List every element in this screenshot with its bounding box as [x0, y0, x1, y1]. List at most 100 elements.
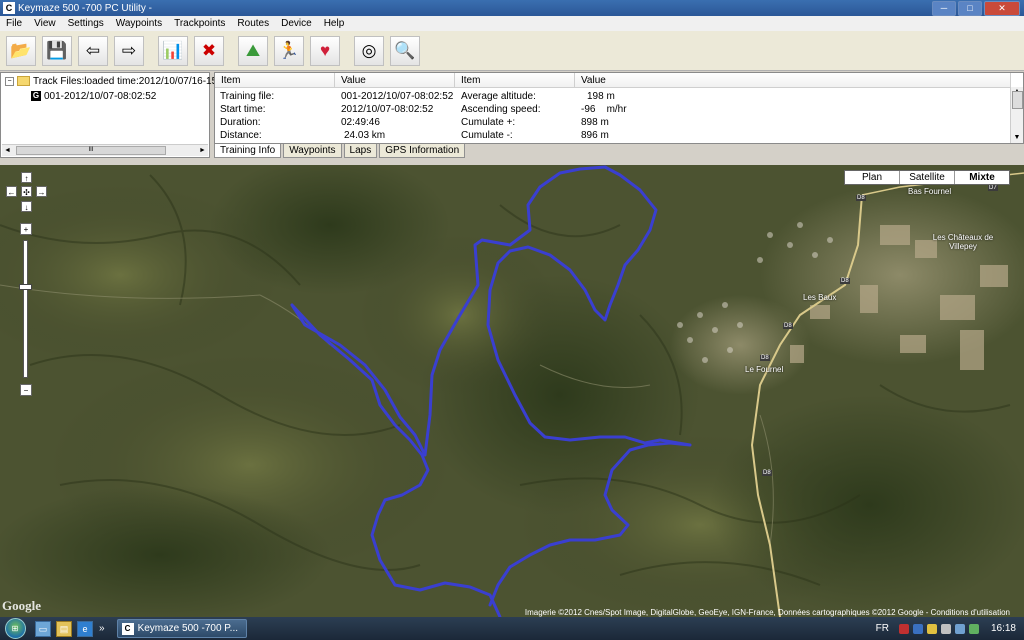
map-type-plan[interactable]: Plan — [845, 171, 900, 184]
taskbar-app-button[interactable]: C Keymaze 500 -700 P... — [116, 619, 247, 638]
column-header[interactable]: Value — [575, 73, 1011, 88]
map-view[interactable]: D8 D8 D8 D8 D8 D7 Bas Fournel Les Châtea… — [0, 165, 1024, 617]
column-header[interactable]: Item — [215, 73, 335, 88]
menu-device[interactable]: Device — [275, 18, 318, 29]
table-cell: Average altitude: — [461, 91, 536, 102]
language-indicator[interactable]: FR — [876, 623, 889, 634]
zoom-slider-track[interactable] — [23, 240, 28, 378]
collapse-icon[interactable]: − — [5, 76, 14, 86]
road-label: D8 — [762, 470, 772, 476]
network-icon[interactable] — [898, 623, 909, 634]
menu-routes[interactable]: Routes — [231, 18, 275, 29]
menu-waypoints[interactable]: Waypoints — [110, 18, 168, 29]
chart-button[interactable]: 📊 — [158, 35, 188, 66]
search-disc-button[interactable]: 🔍 — [390, 35, 420, 66]
road-label: D8 — [783, 323, 793, 329]
heart-rate-button[interactable]: ♥ — [310, 35, 340, 66]
maximize-button[interactable]: □ — [958, 1, 982, 16]
map-type-mixte[interactable]: Mixte — [955, 171, 1009, 184]
menu-view[interactable]: View — [28, 18, 62, 29]
save-button[interactable]: 💾 — [42, 35, 72, 66]
heart-rate-icon: ♥ — [319, 40, 331, 60]
export-icon: ⇨ — [121, 40, 137, 60]
monitor-icon[interactable] — [954, 623, 965, 634]
minimize-button[interactable]: ─ — [932, 1, 956, 16]
tree-root[interactable]: − Track Files:loaded time:2012/10/07/16-1… — [5, 76, 217, 87]
folder-icon[interactable]: ▤ — [56, 620, 72, 637]
scroll-down-icon[interactable]: ▼ — [1011, 133, 1023, 143]
menu-settings[interactable]: Settings — [62, 18, 110, 29]
table-cell: -96 m/hr — [581, 104, 627, 115]
taskbar-app-label: Keymaze 500 -700 P... — [137, 623, 238, 634]
zoom-out-icon[interactable]: − — [20, 384, 32, 396]
table-cell: 02:49:46 — [341, 117, 380, 128]
import-icon: ⇦ — [85, 40, 101, 60]
start-button[interactable]: ⊞ — [0, 617, 30, 640]
scroll-left-icon[interactable]: ◄ — [2, 145, 13, 156]
battery-icon[interactable] — [968, 623, 979, 634]
ie-icon[interactable]: e — [77, 620, 93, 637]
table-cell: 2012/10/07-08:02:52 — [341, 104, 434, 115]
table-cell: 898 m — [581, 117, 609, 128]
quicklaunch-overflow-icon[interactable]: » — [99, 623, 105, 634]
table-cell: Training file: — [220, 91, 275, 102]
folder-icon — [17, 76, 30, 87]
track-icon: G — [31, 91, 41, 102]
speed-button[interactable]: 🏃 — [274, 35, 304, 66]
tab-gps-information[interactable]: GPS Information — [379, 144, 466, 158]
tree-root-label: Track Files:loaded time:2012/10/07/16-15 — [33, 76, 218, 87]
window-title: Keymaze 500 -700 PC Utility - — [18, 2, 152, 14]
scroll-thumb[interactable]: III — [16, 146, 166, 155]
pan-right-icon[interactable]: → — [36, 186, 47, 197]
table-cell: Cumulate +: — [461, 117, 516, 128]
scroll-right-icon[interactable]: ► — [197, 145, 208, 156]
pan-up-icon[interactable]: ↑ — [21, 172, 32, 183]
delete-icon: ✖ — [201, 40, 217, 60]
tab-waypoints[interactable]: Waypoints — [283, 144, 342, 158]
title-bar: C Keymaze 500 -700 PC Utility - ─ □ ✕ — [0, 0, 1024, 16]
export-button[interactable]: ⇨ — [114, 35, 144, 66]
tree-horizontal-scrollbar[interactable]: ◄ III ► — [2, 144, 208, 156]
info-vertical-scrollbar[interactable]: ▲ ▼ — [1010, 87, 1023, 143]
road-label: D8 — [856, 195, 866, 201]
column-header[interactable]: Item — [455, 73, 575, 88]
flag-icon[interactable] — [926, 623, 937, 634]
menu-trackpoints[interactable]: Trackpoints — [168, 18, 231, 29]
pan-left-icon[interactable]: ← — [6, 186, 17, 197]
security-icon[interactable] — [912, 623, 923, 634]
open-button[interactable]: 📂 — [6, 35, 36, 66]
road-label: D8 — [760, 355, 770, 361]
altitude-button[interactable]: ⛰ — [238, 35, 268, 66]
zoom-in-icon[interactable]: + — [20, 223, 32, 235]
tree-track-label: 001-2012/10/07-08:02:52 — [44, 91, 157, 102]
google-logo: Google — [2, 598, 41, 613]
close-button[interactable]: ✕ — [984, 1, 1020, 16]
volume-icon[interactable] — [940, 623, 951, 634]
info-tabs: Training Info Waypoints Laps GPS Informa… — [214, 144, 467, 158]
scroll-thumb[interactable] — [1012, 91, 1023, 109]
tree-track-item[interactable]: G 001-2012/10/07-08:02:52 — [31, 91, 156, 102]
desktop-icon[interactable]: ▭ — [35, 620, 51, 637]
pan-center-icon[interactable]: ✣ — [21, 186, 32, 197]
pan-down-icon[interactable]: ↓ — [21, 201, 32, 212]
menu-file[interactable]: File — [0, 18, 28, 29]
road-label: D8 — [840, 278, 850, 284]
disc-button[interactable]: ◎ — [354, 35, 384, 66]
zoom-slider-handle[interactable] — [19, 284, 32, 290]
map-type-satellite[interactable]: Satellite — [900, 171, 955, 184]
column-header[interactable]: Value — [335, 73, 455, 88]
tab-laps[interactable]: Laps — [343, 144, 378, 158]
menu-help[interactable]: Help — [318, 18, 351, 29]
map-type-selector: Plan Satellite Mixte — [844, 170, 1010, 185]
place-label: Les Châteaux de Villepey — [932, 233, 994, 251]
tab-training-info[interactable]: Training Info — [214, 144, 282, 158]
windows-logo-icon: ⊞ — [4, 618, 26, 639]
map-attribution[interactable]: Imagerie ©2012 Cnes/Spot Image, DigitalG… — [525, 608, 1010, 617]
import-button[interactable]: ⇦ — [78, 35, 108, 66]
table-cell: 896 m — [581, 130, 609, 141]
delete-button[interactable]: ✖ — [194, 35, 224, 66]
disc-icon: ◎ — [361, 40, 377, 60]
table-cell: Start time: — [220, 104, 266, 115]
place-label: Bas Fournel — [908, 187, 952, 196]
table-cell: 001-2012/10/07-08:02:52 — [341, 91, 454, 102]
